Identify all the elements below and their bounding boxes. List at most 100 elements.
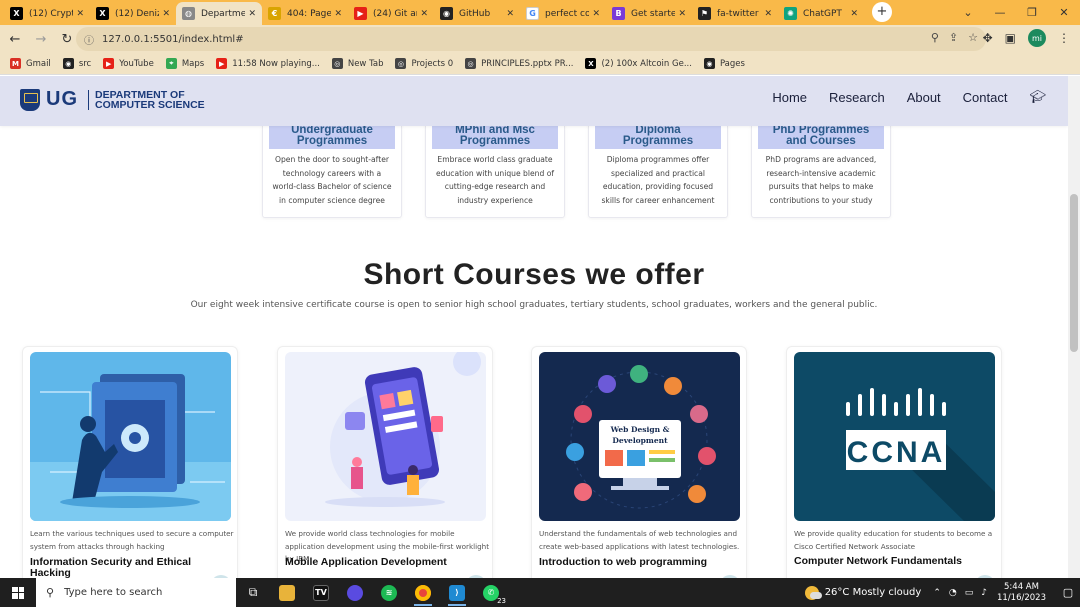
bookmark-item[interactable]: X (2) 100x Altcoin Ge... xyxy=(585,58,692,69)
profile-avatar[interactable]: mi xyxy=(1028,29,1046,47)
close-tab-icon[interactable]: ✕ xyxy=(248,9,256,19)
scrollbar-thumb[interactable] xyxy=(1070,194,1078,352)
bookmark-item[interactable]: ◉ src xyxy=(62,58,91,69)
forward-arrow-icon[interactable]: → xyxy=(30,32,52,47)
close-tab-icon[interactable]: ✕ xyxy=(334,9,342,19)
close-tab-icon[interactable]: ✕ xyxy=(420,9,428,19)
programme-card-mphil[interactable]: MPhil and Msc Programmes Embrace world cl… xyxy=(425,112,565,218)
vscode-icon[interactable]: ⟩ xyxy=(440,578,474,607)
course-card-web[interactable]: Web Design & Development Understand the … xyxy=(531,346,747,578)
browser-tab[interactable]: ⚑ fa-twitter ✕ xyxy=(692,2,778,25)
nav-contact[interactable]: Contact xyxy=(963,90,1008,105)
windows-start-button[interactable] xyxy=(0,578,36,607)
menu-kebab-icon[interactable]: ⋮ xyxy=(1058,31,1070,45)
app-icon[interactable] xyxy=(338,578,372,607)
course-title: Information Security and Ethical Hacking xyxy=(30,556,192,579)
taskbar-search-placeholder: Type here to search xyxy=(64,587,163,598)
course-desc: Understand the fundamentals of web techn… xyxy=(539,529,740,551)
browser-tab[interactable]: B Get starte ✕ xyxy=(606,2,692,25)
browser-tab[interactable]: ◉ GitHub ✕ xyxy=(434,2,520,25)
short-courses-title: Short Courses we offer xyxy=(363,258,705,291)
close-tab-icon[interactable]: ✕ xyxy=(76,9,84,19)
browser-tab[interactable]: Gperfect co ✕ xyxy=(520,2,606,25)
maps-icon: ⌖ xyxy=(165,58,177,69)
show-hidden-icon[interactable]: ⌃ xyxy=(933,588,941,598)
close-tab-icon[interactable]: ✕ xyxy=(162,9,170,19)
chrome-icon: ◎ xyxy=(395,58,407,69)
course-card-ccna[interactable]: CCNA We provide quality education for st… xyxy=(786,346,1002,578)
programme-desc: Diploma programmes offer specialized and… xyxy=(601,155,715,205)
extensions-icon[interactable]: ✥ xyxy=(983,31,993,45)
browser-tab[interactable]: X (12) Deniz ✕ xyxy=(90,2,176,25)
programme-card-undergraduate[interactable]: Undergraduate Programmes Open the door to… xyxy=(262,112,402,218)
zoom-icon[interactable]: ⚲ xyxy=(931,31,939,44)
close-tab-icon[interactable]: ✕ xyxy=(506,9,514,19)
close-tab-icon[interactable]: ✕ xyxy=(678,9,686,19)
task-view-icon[interactable]: ⧉ xyxy=(236,578,270,607)
browser-tab[interactable]: ◍ Departmen✕ xyxy=(176,2,262,25)
department-logo[interactable]: UG DEPARTMENT OF COMPUTER SCIENCE xyxy=(20,88,205,111)
nav-research[interactable]: Research xyxy=(829,90,885,105)
bookmark-item[interactable]: ▶ YouTube xyxy=(103,58,154,69)
bookmark-label: PRINCIPLES.pptx PR... xyxy=(481,58,574,69)
tab-title: (24) Git an xyxy=(373,8,418,19)
bookmark-item[interactable]: ◉ Pages xyxy=(703,58,745,69)
browser-tab[interactable]: €404: Page ✕ xyxy=(262,2,348,25)
browser-tab[interactable]: ✺ ChatGPT ✕ xyxy=(778,2,864,25)
side-panel-icon[interactable]: ▣ xyxy=(1005,31,1016,45)
x-icon: X xyxy=(585,58,597,69)
close-window-button[interactable]: ✕ xyxy=(1048,6,1080,19)
programme-card-phd[interactable]: PhD Programmes and Courses PhD programs a… xyxy=(751,112,891,218)
site-info-icon[interactable]: ⓘ xyxy=(84,32,94,47)
bookmark-item[interactable]: ◎ Projects 0 xyxy=(395,58,453,69)
close-tab-icon[interactable]: ✕ xyxy=(592,9,600,19)
notification-icon[interactable]: ▢ xyxy=(1056,586,1080,599)
network-icon[interactable]: ◔ xyxy=(949,588,957,598)
volume-icon[interactable]: ♪ xyxy=(981,588,987,598)
weather-widget[interactable]: 26°C Mostly cloudy xyxy=(804,585,921,600)
bookmark-label: 11:58 Now playing... xyxy=(232,58,320,69)
tab-search-icon[interactable]: ⌄ xyxy=(952,6,984,19)
restore-button[interactable]: ❐ xyxy=(1016,6,1048,19)
url-text: 127.0.0.1:5501/index.html# xyxy=(102,33,244,45)
bookmark-item[interactable]: ◎ PRINCIPLES.pptx PR... xyxy=(465,58,573,69)
spotify-icon[interactable]: ≋ xyxy=(372,578,406,607)
chrome-icon: ◎ xyxy=(465,58,477,69)
whatsapp-icon[interactable]: ✆ 23 xyxy=(474,578,508,607)
share-icon[interactable]: ⇪ xyxy=(949,31,958,44)
web-design-label-2: Development xyxy=(612,436,668,445)
reload-icon[interactable]: ↻ xyxy=(56,32,78,47)
programme-card-diploma[interactable]: Diploma Programmes Diploma programmes off… xyxy=(588,112,728,218)
tradingview-icon[interactable]: TV xyxy=(304,578,338,607)
back-arrow-icon[interactable]: ← xyxy=(4,32,26,47)
bookmark-item[interactable]: ▶ 11:58 Now playing... xyxy=(216,58,320,69)
minimize-button[interactable]: — xyxy=(984,6,1016,19)
course-image-mobile xyxy=(285,352,486,521)
file-explorer-icon[interactable] xyxy=(270,578,304,607)
tab-title: 404: Page xyxy=(287,8,332,19)
course-card-mobile[interactable]: We provide world class technologies for … xyxy=(277,346,493,578)
clock[interactable]: 5:44 AM 11/16/2023 xyxy=(997,582,1046,604)
nav-about[interactable]: About xyxy=(907,90,941,105)
course-card-security[interactable]: Learn the various techniques used to sec… xyxy=(22,346,238,578)
bookmark-item[interactable]: M Gmail xyxy=(10,58,51,69)
browser-tab[interactable]: ▶ (24) Git an ✕ xyxy=(348,2,434,25)
close-tab-icon[interactable]: ✕ xyxy=(850,9,858,19)
chrome-taskbar-icon[interactable] xyxy=(406,578,440,607)
taskbar-search[interactable]: ⚲ Type here to search xyxy=(36,578,236,607)
site-header: UG DEPARTMENT OF COMPUTER SCIENCE Home R… xyxy=(0,76,1068,126)
browser-tab[interactable]: X (12) Crypto✕ xyxy=(4,2,90,25)
bookmark-item[interactable]: ◎ New Tab xyxy=(331,58,383,69)
address-bar[interactable]: ⓘ 127.0.0.1:5501/index.html# ⚲ ⇪ ☆ xyxy=(76,27,986,51)
bookmark-label: Gmail xyxy=(26,58,51,69)
new-tab-button[interactable]: + xyxy=(872,1,892,22)
tab-strip: X(12) Crypto✕X(12) Deniz✕◍Departmen✕€404… xyxy=(0,0,1080,25)
close-tab-icon[interactable]: ✕ xyxy=(764,9,772,19)
bookmark-star-icon[interactable]: ☆ xyxy=(968,31,978,44)
bookmark-item[interactable]: ⌖ Maps xyxy=(165,58,204,69)
graduation-cap-icon[interactable]: 🎓︎ xyxy=(1029,90,1046,105)
nav-home[interactable]: Home xyxy=(772,90,807,105)
chrome-icon: ◎ xyxy=(331,58,343,69)
battery-icon[interactable]: ▭ xyxy=(965,588,974,598)
page-scrollbar[interactable] xyxy=(1068,76,1080,578)
